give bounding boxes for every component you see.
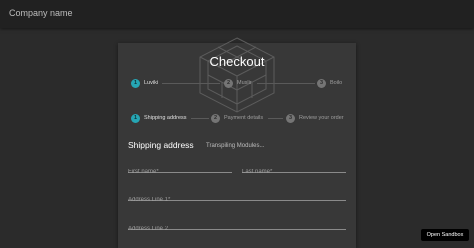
step-boilo[interactable]: 3 Boilo — [317, 78, 342, 88]
step-payment-details[interactable]: 2 Payment details — [211, 113, 263, 123]
first-name-field[interactable] — [128, 160, 232, 178]
address-line-2-input[interactable] — [128, 223, 346, 235]
company-name: Company name — [9, 8, 73, 18]
step-label: Luviki — [144, 80, 159, 86]
first-name-input[interactable] — [128, 166, 232, 178]
step-review-order[interactable]: 3 Review your order — [286, 113, 344, 123]
step-connector — [268, 118, 283, 119]
step-muslir[interactable]: 2 Muslir — [224, 78, 252, 88]
last-name-field[interactable] — [242, 160, 346, 178]
last-name-input[interactable] — [242, 166, 346, 178]
step-number: 2 — [211, 113, 220, 123]
transpiling-status: Transpiling Modules... — [206, 143, 265, 149]
step-label: Payment details — [224, 115, 264, 121]
step-number: 3 — [286, 113, 295, 123]
address-line-2-field[interactable] — [128, 217, 346, 235]
step-number: 2 — [224, 78, 233, 88]
app-bar: Company name — [0, 0, 474, 28]
step-label: Review your order — [299, 115, 344, 121]
step-connector — [162, 83, 220, 84]
checkout-title: Checkout — [209, 54, 265, 69]
step-connector — [191, 118, 209, 119]
open-sandbox-button[interactable]: Open Sandbox — [421, 229, 469, 241]
form-title: Shipping address — [128, 140, 194, 150]
codesandbox-logo-icon — [199, 37, 275, 113]
step-shipping-address[interactable]: 1 Shipping address — [131, 113, 187, 123]
address-line-1-field[interactable] — [128, 188, 346, 206]
step-label: Shipping address — [144, 115, 187, 121]
step-number: 3 — [317, 78, 326, 88]
step-number: 1 — [131, 113, 140, 123]
step-label: Boilo — [330, 80, 343, 86]
address-line-1-input[interactable] — [128, 194, 346, 206]
step-luviki[interactable]: 1 Luviki — [131, 78, 158, 88]
step-connector — [257, 83, 315, 84]
step-label: Muslir — [237, 80, 252, 86]
step-number: 1 — [131, 78, 140, 88]
